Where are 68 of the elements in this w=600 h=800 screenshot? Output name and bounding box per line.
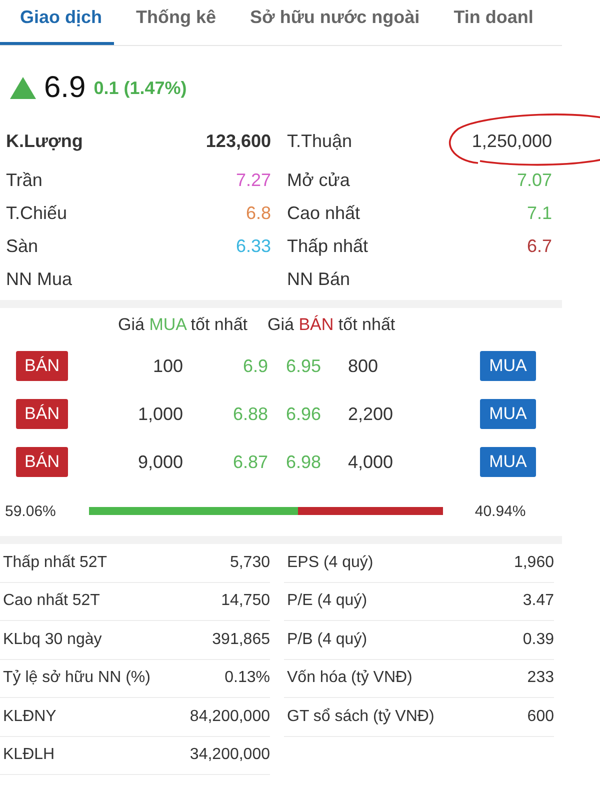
metric-value: 0.39 bbox=[522, 630, 554, 649]
bid-percent: 59.06% bbox=[5, 502, 56, 520]
stat-label: T.Thuận bbox=[287, 130, 352, 152]
metric-value: 600 bbox=[527, 708, 554, 726]
bid-volume: 100 bbox=[152, 356, 183, 376]
metric-label: KLĐLH bbox=[3, 746, 55, 764]
metric-value: 14,750 bbox=[221, 592, 270, 610]
metric-label: Cao nhất 52T bbox=[3, 592, 100, 610]
stat-label: NN Mua bbox=[6, 269, 72, 290]
ask-price: 6.96 bbox=[286, 404, 322, 424]
ask-volume: 800 bbox=[348, 356, 380, 376]
sell-button[interactable]: BÁN bbox=[16, 447, 68, 477]
ask-price: 6.98 bbox=[286, 452, 322, 472]
metric-label: KLĐNY bbox=[3, 708, 56, 726]
ask-price: 6.95 bbox=[286, 356, 322, 376]
stat-value: 6.33 bbox=[236, 236, 271, 257]
stat-label: Trần bbox=[6, 170, 42, 191]
stat-label: T.Chiếu bbox=[6, 203, 68, 224]
metric-label: Vốn hóa (tỷ VNĐ) bbox=[287, 669, 412, 688]
metric-value: 84,200,000 bbox=[190, 708, 270, 726]
buy-button[interactable]: MUA bbox=[480, 399, 536, 429]
ask-percent: 40.94% bbox=[474, 502, 526, 520]
bid-volume: 1,000 bbox=[136, 404, 183, 424]
metric-value: 5,730 bbox=[230, 554, 270, 572]
stat-label: K.Lượng bbox=[6, 130, 83, 152]
metric-value: 391,865 bbox=[212, 630, 270, 649]
buy-button[interactable]: MUA bbox=[480, 447, 536, 477]
bid-volume: 9,000 bbox=[136, 452, 183, 472]
metric-label: GT sổ sách (tỷ VNĐ) bbox=[287, 708, 434, 726]
stat-value: 7.07 bbox=[516, 170, 552, 191]
tab[interactable]: Sở hữu nước ngoài bbox=[250, 0, 432, 45]
stat-value: 7.27 bbox=[236, 170, 271, 191]
bid-price: 6.87 bbox=[232, 452, 268, 472]
buy-button[interactable]: MUA bbox=[480, 351, 536, 381]
metric-label: P/E (4 quý) bbox=[287, 592, 368, 610]
tab[interactable]: Tin doanl bbox=[454, 0, 546, 45]
column-header: Giá MUA tốt nhất bbox=[118, 315, 248, 336]
price: 6.9 bbox=[44, 71, 86, 105]
price-change: 0.1 (1.47%) bbox=[94, 78, 187, 98]
bid-price: 6.9 bbox=[242, 356, 268, 376]
ask-volume: 4,000 bbox=[348, 452, 394, 472]
metric-value: 34,200,000 bbox=[190, 746, 270, 764]
sell-button[interactable]: BÁN bbox=[16, 351, 68, 381]
column-header: Giá BÁN tốt nhất bbox=[268, 315, 396, 336]
metric-label: P/B (4 quý) bbox=[287, 630, 368, 649]
stat-label: Thấp nhất bbox=[287, 236, 368, 257]
stat-label: NN Bán bbox=[287, 269, 350, 290]
metric-label: KLbq 30 ngày bbox=[3, 630, 102, 649]
ask-volume: 2,200 bbox=[348, 404, 394, 424]
stat-label: Cao nhất bbox=[287, 203, 360, 224]
metric-label: Thấp nhất 52T bbox=[3, 554, 108, 572]
stat-value: 6.7 bbox=[526, 236, 552, 257]
stat-value: 1,250,000 bbox=[472, 130, 552, 152]
tab[interactable]: Thống kê bbox=[136, 0, 228, 45]
metric-value: 1,960 bbox=[514, 554, 554, 572]
metric-value: 3.47 bbox=[522, 592, 554, 610]
bid-price: 6.88 bbox=[232, 404, 268, 424]
metric-value: 233 bbox=[527, 669, 554, 688]
metric-value: 0.13% bbox=[224, 669, 270, 688]
sell-button[interactable]: BÁN bbox=[16, 399, 68, 429]
stat-value: 6.8 bbox=[246, 203, 271, 224]
stat-label: Sàn bbox=[6, 236, 38, 257]
metric-label: EPS (4 quý) bbox=[287, 554, 374, 572]
stat-value: 123,600 bbox=[206, 130, 271, 152]
stat-value: 7.1 bbox=[526, 203, 552, 224]
metric-label: Tỷ lệ sở hữu NN (%) bbox=[3, 669, 150, 688]
tab[interactable]: Giao dịch bbox=[0, 0, 114, 45]
stat-label: Mở cửa bbox=[287, 170, 350, 191]
